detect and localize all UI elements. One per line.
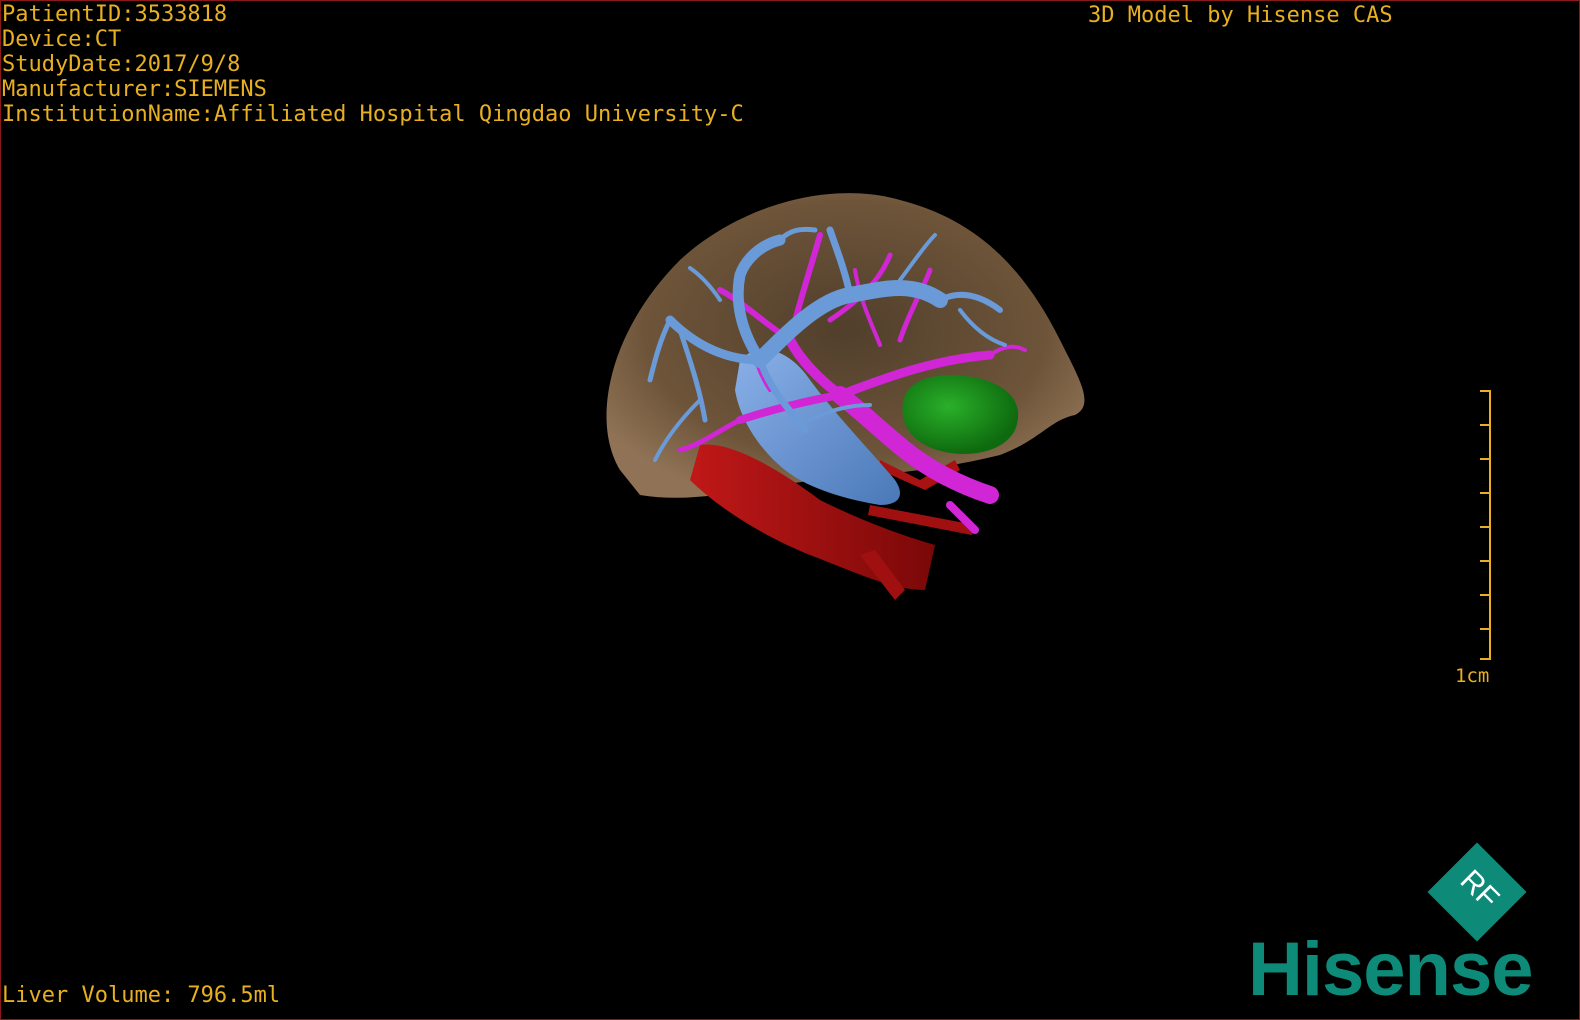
liver-volume: Liver Volume: 796.5ml [2,983,281,1008]
model-title: 3D Model by Hisense CAS [1088,3,1393,28]
scale-bar-label: 1cm [1455,665,1490,687]
patient-id: PatientID:3533818 [2,2,228,27]
dicom-info-panel: PatientID:3533818 Device:CT StudyDate:20… [2,2,744,127]
manufacturer: Manufacturer:SIEMENS [2,77,267,102]
study-date: StudyDate:2017/9/8 [2,52,241,77]
hisense-logo: Hisense [1248,927,1533,1012]
3d-viewport[interactable] [0,0,1580,1020]
scale-bar-icon [1480,390,1491,660]
institution-name: InstitutionName:Affiliated Hospital Qing… [2,102,744,127]
device: Device:CT [2,27,122,52]
